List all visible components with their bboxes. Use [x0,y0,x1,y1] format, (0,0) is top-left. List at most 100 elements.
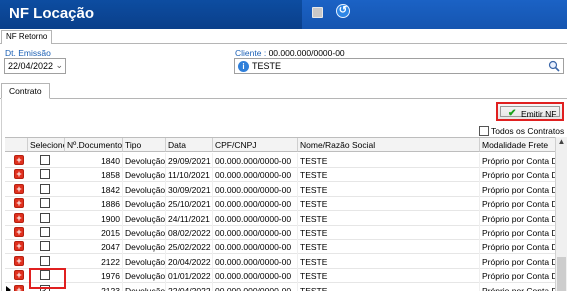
cliente-doc: 00.000.000/0000-00 [268,48,345,58]
dt-emissao-field[interactable]: 22/04/2022 ⌄ [4,58,66,74]
tab-nf-retorno[interactable]: NF Retorno [1,30,53,44]
data-cell: 25/02/2022 [166,239,213,255]
chevron-down-icon[interactable]: ⌄ [55,60,63,71]
top-tabstrip [0,29,567,44]
scrollbar-thumb[interactable] [557,257,566,291]
cpf-cnpj-cell: 00.000.000/0000-00 [213,268,298,284]
cpf-cnpj-cell: 00.000.000/0000-00 [213,167,298,183]
row-select-checkbox[interactable] [40,169,50,180]
cpf-cnpj-cell: 00.000.000/0000-00 [213,210,298,226]
row-select-checkbox[interactable] [40,241,50,252]
header-documento[interactable]: Nº.Documento [65,138,123,152]
expand-plus-icon[interactable]: + [14,284,24,291]
header-data[interactable]: Data [166,138,213,152]
expand-plus-icon[interactable]: + [14,183,24,194]
header-nome[interactable]: Nome/Razão Social [298,138,480,152]
modalidade-frete-cell: Próprio por Conta D [480,153,557,168]
documento-cell: 1886 [65,196,123,212]
documento-cell: 1842 [65,181,123,197]
tipo-cell: Devolução [123,239,166,255]
dt-emissao-value: 22/04/2022 [8,61,54,71]
nome-cell: TESTE [298,282,480,291]
tipo-cell: Devolução [123,210,166,226]
modalidade-frete-cell: Próprio por Conta D [480,239,557,255]
todos-contratos-checkbox[interactable]: Todos os Contratos [479,125,564,136]
table-row[interactable]: +1842 Devolução 30/09/2021 00.000.000/0000-… [5,181,557,197]
cpf-cnpj-cell: 00.000.000/0000-00 [213,181,298,197]
documento-cell: 1976 [65,268,123,284]
table-row[interactable]: +1858 Devolução 11/10/2021 00.000.000/0000-… [5,167,557,183]
header-modalidade-frete[interactable]: Modalidade Frete [480,138,557,152]
tipo-cell: Devolução [123,153,166,168]
contrato-tabstrip [0,83,567,99]
tipo-cell: Devolução [123,225,166,240]
modalidade-frete-cell: Próprio por Conta D [480,181,557,197]
modalidade-frete-cell: Próprio por Conta D [480,253,557,269]
row-select-checkbox[interactable] [40,255,50,266]
tab-contrato[interactable]: Contrato [1,83,50,99]
table-row[interactable]: +1840 Devolução 29/09/2021 00.000.000/0000-… [5,153,557,168]
nome-cell: TESTE [298,210,480,226]
table-row[interactable]: +1900 Devolução 24/11/2021 00.000.000/0000-… [5,210,557,226]
data-cell: 24/11/2021 [166,210,213,226]
documento-cell: 2123 [65,282,123,291]
data-cell: 08/02/2022 [166,225,213,240]
modalidade-frete-cell: Próprio por Conta D [480,268,557,284]
expand-plus-icon[interactable]: + [14,241,24,252]
emitir-nf-button[interactable]: ✔ Emitir NF [496,102,564,121]
header-selecione[interactable]: Selecione [28,138,65,152]
header-expand [5,138,28,152]
header-tipo[interactable]: Tipo [123,138,166,152]
documento-cell: 1840 [65,153,123,168]
expand-plus-icon[interactable]: + [14,169,24,180]
nome-cell: TESTE [298,225,480,240]
scroll-up-icon[interactable]: ▲ [556,137,567,149]
modalidade-frete-cell: Próprio por Conta D [480,225,557,240]
expand-plus-icon[interactable]: + [14,227,24,237]
row-select-checkbox[interactable] [40,183,50,194]
modalidade-frete-cell: Próprio por Conta D [480,167,557,183]
expand-plus-icon[interactable]: + [14,212,24,223]
contracts-grid: Selecione Nº.Documento Tipo Data CPF/CNP… [5,137,557,291]
modalidade-frete-cell: Próprio por Conta D [480,196,557,212]
refresh-icon[interactable]: ↺ [336,4,350,18]
nome-cell: TESTE [298,181,480,197]
expand-plus-icon[interactable]: + [14,198,24,209]
table-row[interactable]: +1886 Devolução 25/10/2021 00.000.000/0000-… [5,196,557,212]
data-cell: 30/09/2021 [166,181,213,197]
cpf-cnpj-cell: 00.000.000/0000-00 [213,239,298,255]
cliente-label: Cliente : [235,48,267,58]
tipo-cell: Devolução [123,196,166,212]
expand-plus-icon[interactable]: + [14,270,24,281]
cpf-cnpj-cell: 00.000.000/0000-00 [213,153,298,168]
dt-emissao-label: Dt. Emissão [5,48,51,58]
table-row[interactable]: + ✓ 2123 Devolução 22/04/2022 00.000.000/0000… [5,282,557,291]
nome-cell: TESTE [298,268,480,284]
cpf-cnpj-cell: 00.000.000/0000-00 [213,282,298,291]
table-row[interactable]: +2015 Devolução 08/02/2022 00.000.000/0000-… [5,225,557,240]
expand-plus-icon[interactable]: + [14,255,24,266]
table-row[interactable]: +2047 Devolução 25/02/2022 00.000.000/0000-… [5,239,557,255]
data-cell: 25/10/2021 [166,196,213,212]
modalidade-frete-cell: Próprio por Conta D [480,210,557,226]
header-cpf-cnpj[interactable]: CPF/CNPJ [213,138,298,152]
search-icon[interactable] [548,60,560,72]
row-select-checkbox[interactable] [40,212,50,223]
row-select-checkbox[interactable] [40,227,50,237]
emitir-nf-button-face: ✔ Emitir NF [500,106,560,119]
row-select-checkbox[interactable] [40,198,50,209]
tipo-cell: Devolução [123,167,166,183]
cliente-field[interactable]: i TESTE [234,58,564,74]
expand-plus-icon[interactable]: + [14,155,24,165]
table-row[interactable]: +2122 Devolução 20/04/2022 00.000.000/0000-… [5,253,557,269]
table-row[interactable]: +1976 Devolução 01/01/2022 00.000.000/0000-… [5,268,557,284]
tipo-cell: Devolução [123,268,166,284]
row-select-checkbox[interactable] [40,155,50,165]
vertical-scrollbar[interactable]: ▲ [555,137,567,291]
data-cell: 29/09/2021 [166,153,213,168]
todos-checkbox-box[interactable] [479,125,489,136]
nome-cell: TESTE [298,196,480,212]
minimize-button[interactable] [312,7,323,18]
tipo-cell: Devolução [123,282,166,291]
data-cell: 22/04/2022 [166,282,213,291]
